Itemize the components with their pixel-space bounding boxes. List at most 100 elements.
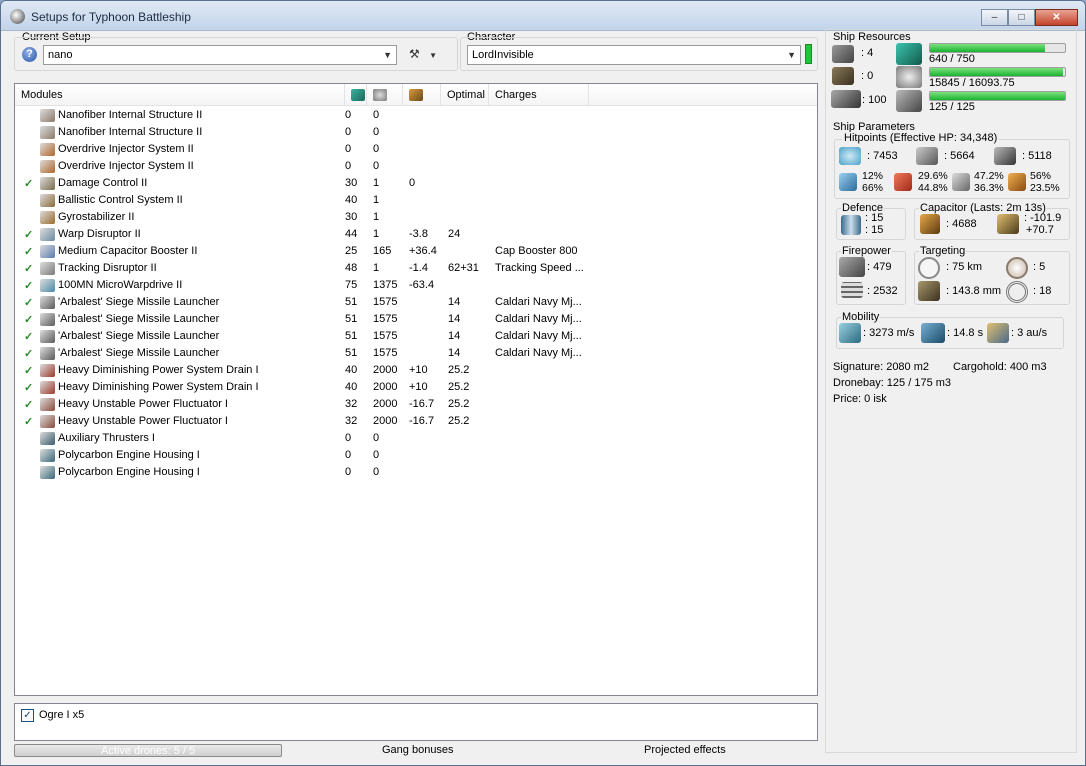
em-shield-resist: 12% [862,170,884,182]
module-icon [40,228,55,241]
launcher-hardpoints: : 0 [861,70,874,82]
explosive-armor-resist: 23.5% [1030,182,1060,194]
table-row[interactable]: Overdrive Injector System II 0 0 [15,141,817,158]
warp-speed-icon [987,323,1009,343]
align-time-icon [921,323,945,343]
table-row[interactable]: ✓ 'Arbalest' Siege Missile Launcher 51 1575… [15,294,817,311]
shield-icon [839,147,861,165]
module-capacitor: 0 [409,177,416,189]
table-row[interactable]: Auxiliary Thrusters I 0 0 [15,430,817,447]
drones-list[interactable]: ✓ Ogre I x5 [14,703,818,741]
drone-item[interactable]: Ogre I x5 [39,709,84,721]
column-cpu[interactable] [367,84,403,106]
module-icon [40,177,55,190]
table-row[interactable]: ✓ Heavy Unstable Power Fluctuator I 32 2000… [15,396,817,413]
table-row[interactable]: ✓ Heavy Diminishing Power System Drain I 4… [15,362,817,379]
module-cpu: 1 [373,211,380,223]
column-optimal[interactable]: Optimal [441,84,489,106]
table-row[interactable]: ✓ 'Arbalest' Siege Missile Launcher 51 1575… [15,328,817,345]
table-row[interactable]: ✓ Damage Control II 30 1 0 [15,175,817,192]
module-icon [40,313,55,326]
module-name: Heavy Unstable Power Fluctuator I [58,415,228,427]
setup-select[interactable]: nano ▼ [43,45,397,65]
setup-tools-menu[interactable]: ⚒ ▼ [409,47,441,63]
table-row[interactable]: ✓ Heavy Unstable Power Fluctuator I 32 2000… [15,413,817,430]
module-capacitor: +10 [409,381,428,393]
setup-select-value: nano [48,49,73,61]
module-active-check: ✓ [24,416,34,428]
module-cpu: 2000 [373,364,398,376]
module-active-check: ✓ [24,382,34,394]
module-powergrid: 75 [345,279,358,291]
table-row[interactable]: Nanofiber Internal Structure II 0 0 [15,107,817,124]
module-optimal: 25.2 [448,415,470,427]
drone-checkbox[interactable]: ✓ [21,709,34,722]
module-powergrid: 40 [345,381,358,393]
character-status-indicator [805,44,812,64]
module-optimal: 14 [448,330,461,342]
module-powergrid: 30 [345,211,358,223]
table-row[interactable]: Polycarbon Engine Housing I 0 0 [15,447,817,464]
module-capacitor: -63.4 [409,279,435,291]
structure-icon [994,147,1016,165]
module-capacitor: -16.7 [409,415,435,427]
column-powergrid[interactable] [345,84,367,106]
module-cpu: 0 [373,126,380,138]
module-cpu: 1575 [373,347,398,359]
minimize-button[interactable]: – [981,9,1008,26]
table-row[interactable]: ✓ Tracking Disruptor II 48 1 -1.4 62+31 Tracki… [15,260,817,277]
module-name: 'Arbalest' Siege Missile Launcher [58,347,220,359]
module-cpu: 165 [373,245,392,257]
character-select[interactable]: LordInvisible ▼ [467,45,801,65]
module-charges: Cap Booster 800 [495,245,578,257]
chevron-down-icon: ▼ [429,51,438,60]
capacitor-delta-pos: +70.7 [1026,224,1054,236]
module-icon [40,126,55,139]
column-capacitor[interactable] [403,84,441,106]
table-row[interactable]: ✓ 100MN MicroWarpdrive II 75 1375 -63.4 [15,277,817,294]
close-button[interactable]: ✕ [1035,9,1078,26]
app-icon [10,9,25,24]
drone-bandwidth-bar [929,91,1066,101]
module-icon [40,262,55,275]
module-icon [40,415,55,428]
table-row[interactable]: ✓ Medium Capacitor Booster II 25 165 +36.4 Ca… [15,243,817,260]
module-charges: Caldari Navy Mj... [495,313,582,325]
dronebay: Dronebay: 125 / 175 m3 [833,377,952,389]
module-optimal: 62+31 [448,262,479,274]
module-name: Heavy Diminishing Power System Drain I [58,381,259,393]
modules-list[interactable]: Modules Optimal Charges Nanofiber Intern… [14,83,818,696]
help-icon[interactable]: ? [22,47,37,62]
firepower-dps: : 479 [867,261,892,273]
module-active-check: ✓ [24,348,34,360]
module-icon [40,330,55,343]
table-row[interactable]: ✓ Warp Disruptor II 44 1 -3.8 24 [15,226,817,243]
table-row[interactable]: Ballistic Control System II 40 1 [15,192,817,209]
module-name: Gyrostabilizer II [58,211,135,223]
gang-bonuses-link[interactable]: Gang bonuses [382,744,454,756]
table-row[interactable]: ✓ 'Arbalest' Siege Missile Launcher 51 1575… [15,345,817,362]
calibration-icon [831,90,861,108]
column-charges[interactable]: Charges [489,84,589,106]
table-row[interactable]: ✓ Heavy Diminishing Power System Drain I 4… [15,379,817,396]
table-row[interactable]: Overdrive Injector System II 0 0 [15,158,817,175]
column-modules[interactable]: Modules [15,84,345,106]
module-active-check: ✓ [24,178,34,190]
table-row[interactable]: Gyrostabilizer II 30 1 [15,209,817,226]
projected-effects-link[interactable]: Projected effects [644,744,726,756]
maximize-button[interactable]: □ [1008,9,1035,26]
module-name: Overdrive Injector System II [58,160,194,172]
module-icon [40,398,55,411]
mobility-label: Mobility [841,311,881,323]
module-active-check: ✓ [24,314,34,326]
table-row[interactable]: Polycarbon Engine Housing I 0 0 [15,464,817,481]
module-powergrid: 51 [345,313,358,325]
em-resist-icon [839,173,857,191]
powergrid-icon [351,89,365,102]
table-row[interactable]: ✓ 'Arbalest' Siege Missile Launcher 51 1575… [15,311,817,328]
module-capacitor: -3.8 [409,228,428,240]
chevron-down-icon: ▼ [383,50,392,60]
module-charges: Tracking Speed ... [495,262,584,274]
defence-value-2: : 15 [865,224,884,236]
table-row[interactable]: Nanofiber Internal Structure II 0 0 [15,124,817,141]
